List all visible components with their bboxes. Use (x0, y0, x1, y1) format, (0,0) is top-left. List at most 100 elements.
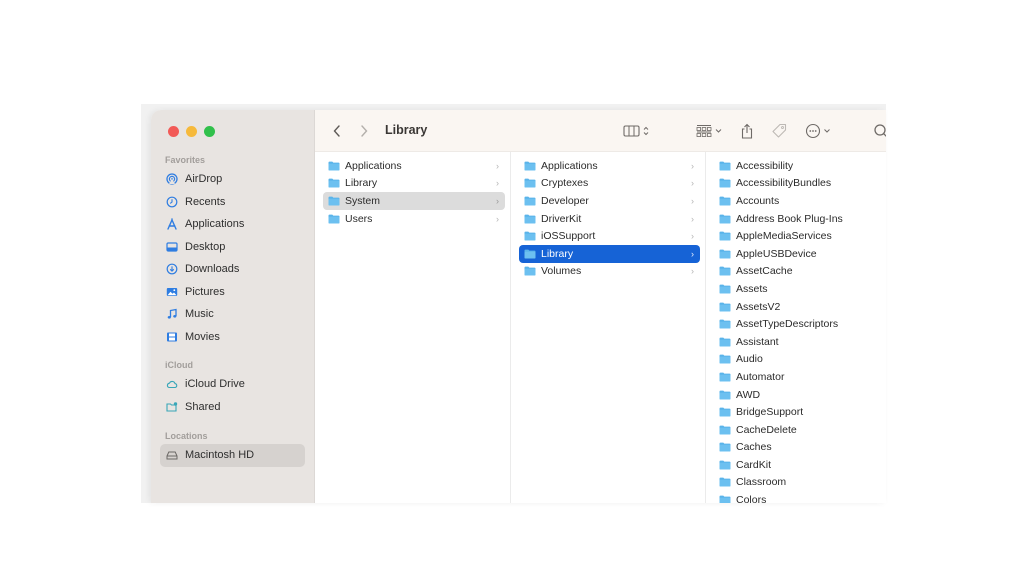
sidebar-item-pictures[interactable]: Pictures (160, 281, 305, 304)
chevron-right-icon: › (691, 231, 694, 242)
folder-name: Applications (541, 159, 598, 172)
folder-icon (328, 196, 340, 206)
folder-row[interactable]: Assistant (714, 333, 886, 351)
maximize-button[interactable] (204, 126, 215, 137)
column-2[interactable]: Applications › Cryptexes › Developer › DriverK… (511, 152, 706, 503)
sidebar-item-shared[interactable]: Shared (160, 396, 305, 419)
folder-row[interactable]: BridgeSupport (714, 403, 886, 421)
folder-name: iOSSupport (541, 230, 596, 243)
folder-row[interactable]: Classroom (714, 474, 886, 492)
sidebar-item-music[interactable]: Music (160, 303, 305, 326)
back-button[interactable] (332, 122, 342, 140)
folder-row[interactable]: AppleUSBDevice (714, 245, 886, 263)
folder-name: Colors (736, 494, 767, 503)
folder-row[interactable]: CardKit (714, 456, 886, 474)
share-button[interactable] (740, 122, 754, 140)
toolbar: Library (315, 110, 886, 152)
airdrop-icon (166, 173, 178, 185)
folder-icon (719, 495, 731, 503)
folder-row[interactable]: AssetTypeDescriptors (714, 315, 886, 333)
folder-row[interactable]: System › (323, 192, 505, 210)
chevron-right-icon (361, 125, 368, 137)
folder-row[interactable]: AssetsV2 (714, 298, 886, 316)
folder-name: Library (345, 177, 378, 190)
group-button[interactable] (696, 122, 726, 140)
column-view-icon (623, 125, 649, 137)
folder-name: Assistant (736, 335, 779, 348)
folder-icon (719, 390, 731, 400)
tag-button[interactable] (771, 122, 787, 140)
folder-row[interactable]: Audio (714, 351, 886, 369)
sidebar: Favorites AirDrop Recents Applications D… (151, 110, 315, 503)
folder-row[interactable]: Accounts (714, 192, 886, 210)
folder-row[interactable]: Developer › (519, 192, 700, 210)
folder-row[interactable]: Applications › (519, 157, 700, 175)
column-1[interactable]: Applications › Library › System › Users › (315, 152, 511, 503)
folder-icon (524, 161, 536, 171)
desktop-icon (166, 241, 178, 253)
minimize-button[interactable] (186, 126, 197, 137)
sidebar-item-label: Recents (185, 195, 226, 208)
folder-name: Developer (541, 194, 589, 207)
sidebar-item-downloads[interactable]: Downloads (160, 258, 305, 281)
folder-row[interactable]: AccessibilityBundles (714, 175, 886, 193)
window-controls (168, 126, 215, 137)
sidebar-item-macintosh-hd[interactable]: Macintosh HD (160, 444, 305, 467)
folder-row[interactable]: Colors (714, 491, 886, 503)
grid-group-icon (696, 125, 722, 137)
sidebar-item-label: Applications (185, 218, 245, 231)
folder-row[interactable]: Address Book Plug-Ins (714, 210, 886, 228)
folder-name: Assets (736, 282, 768, 295)
sidebar-item-icloud-drive[interactable]: iCloud Drive (160, 373, 305, 396)
sidebar-item-desktop[interactable]: Desktop (160, 236, 305, 259)
folder-row[interactable]: Automator (714, 368, 886, 386)
folder-row[interactable]: Accessibility (714, 157, 886, 175)
sidebar-item-label: Music (185, 308, 214, 321)
folder-row[interactable]: CacheDelete (714, 421, 886, 439)
sidebar-item-recents[interactable]: Recents (160, 191, 305, 214)
sidebar-item-label: AirDrop (185, 173, 223, 186)
chevron-right-icon: › (496, 213, 499, 224)
folder-row[interactable]: AppleMediaServices (714, 227, 886, 245)
folder-row[interactable]: iOSSupport › (519, 227, 700, 245)
close-button[interactable] (168, 126, 179, 137)
view-options-button[interactable] (623, 122, 653, 140)
folder-name: Cryptexes (541, 177, 589, 190)
folder-icon (328, 161, 340, 171)
folder-row[interactable]: Assets (714, 280, 886, 298)
shared-folder-icon (166, 401, 178, 413)
folder-name: Caches (736, 441, 772, 454)
folder-icon (328, 178, 340, 188)
folder-row[interactable]: Volumes › (519, 263, 700, 281)
forward-button[interactable] (359, 122, 369, 140)
folder-row[interactable]: Library › (323, 175, 505, 193)
more-actions-button[interactable] (805, 122, 835, 140)
folder-name: Users (345, 212, 373, 225)
sidebar-item-label: Shared (185, 400, 221, 413)
folder-row[interactable]: AssetCache (714, 263, 886, 281)
folder-name: Automator (736, 370, 785, 383)
sidebar-item-applications[interactable]: Applications (160, 213, 305, 236)
folder-icon (719, 460, 731, 470)
folder-name: CacheDelete (736, 423, 797, 436)
sidebar-item-label: Desktop (185, 240, 226, 253)
folder-icon (719, 214, 731, 224)
sidebar-item-airdrop[interactable]: AirDrop (160, 168, 305, 191)
sidebar-item-label: Downloads (185, 263, 240, 276)
main-pane: Library Applications › Library › System … (315, 110, 886, 503)
folder-row[interactable]: Applications › (323, 157, 505, 175)
folder-row[interactable]: Cryptexes › (519, 175, 700, 193)
sidebar-heading: iCloud (165, 360, 193, 370)
folder-row[interactable]: Library › (519, 244, 700, 263)
folder-name: CardKit (736, 458, 772, 471)
sidebar-item-movies[interactable]: Movies (160, 326, 305, 349)
folder-name: BridgeSupport (736, 406, 804, 419)
column-3[interactable]: Accessibility AccessibilityBundles Account… (706, 152, 886, 503)
folder-row[interactable]: AWD (714, 386, 886, 404)
folder-row[interactable]: DriverKit › (519, 210, 700, 228)
sidebar-item-label: Macintosh HD (185, 449, 255, 462)
folder-row[interactable]: Users › (323, 210, 505, 228)
folder-name: DriverKit (541, 212, 582, 225)
search-button[interactable] (873, 122, 886, 140)
folder-row[interactable]: Caches (714, 439, 886, 457)
